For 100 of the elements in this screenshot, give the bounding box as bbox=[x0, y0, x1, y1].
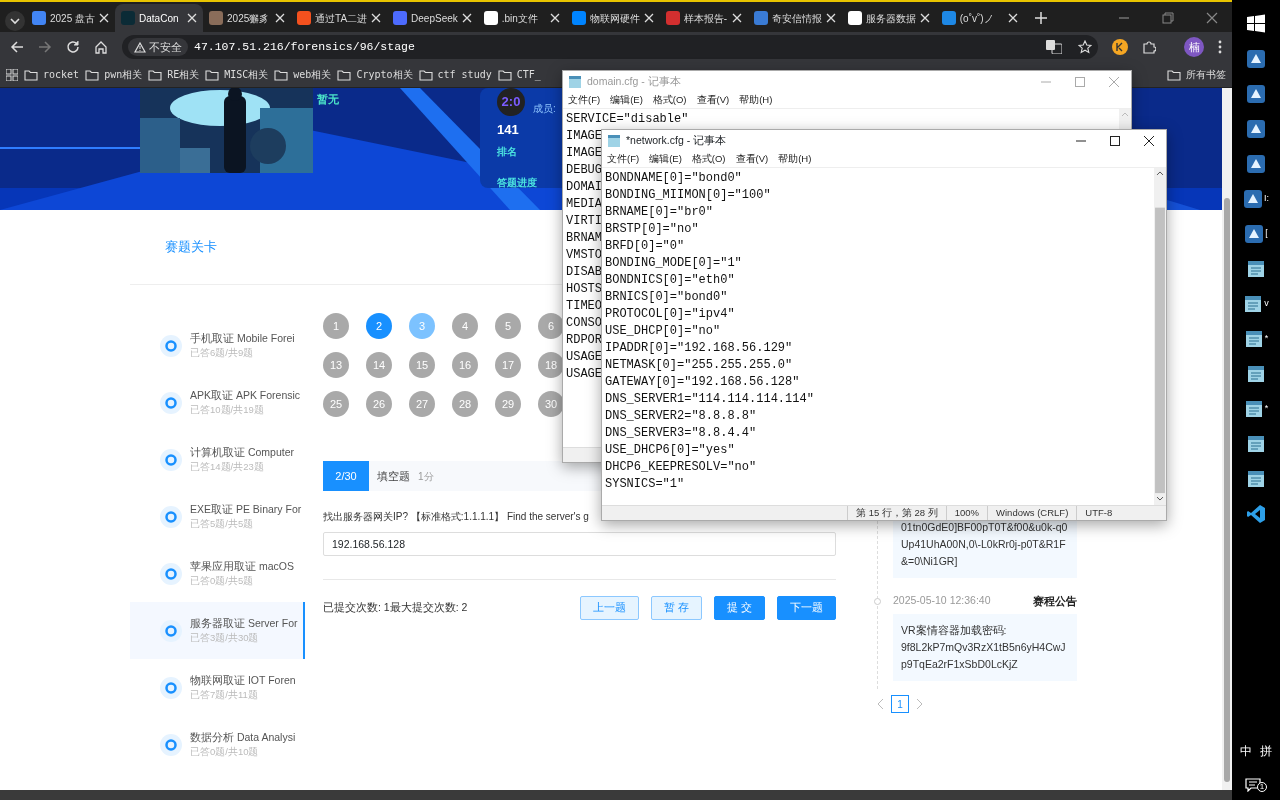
profile-avatar[interactable]: 楠 bbox=[1184, 37, 1204, 57]
security-chip[interactable]: 不安全 bbox=[128, 37, 188, 57]
home-icon[interactable] bbox=[94, 40, 108, 54]
ring-icon bbox=[160, 733, 182, 756]
category-name: 数据分析 Data Analysi bbox=[190, 729, 296, 745]
bookmark[interactable]: CTF_ bbox=[497, 67, 541, 82]
timeline-dot bbox=[874, 597, 881, 605]
bookmark[interactable]: MISC相关 bbox=[205, 67, 269, 82]
back-icon[interactable] bbox=[10, 40, 24, 54]
announcement-text: VR案情容器加载密码: 9f8L2kP7mQv3RzX1tB5n6yH4CwJp9TqEa2rF1xSbD0LcKjZ bbox=[893, 614, 1077, 681]
text-line: HOSTS bbox=[566, 281, 602, 298]
notepad-icon[interactable] bbox=[1246, 433, 1266, 454]
bookmark[interactable]: RE相关 bbox=[148, 67, 200, 82]
notepad-icon[interactable] bbox=[1243, 328, 1264, 349]
text-line: IPADDR[0]="192.168.56.129" bbox=[605, 340, 793, 357]
text-line: DNS_SERVER3="8.8.4.4" bbox=[605, 425, 757, 442]
input-method[interactable]: 拼 bbox=[1260, 742, 1272, 760]
address-bar[interactable]: 不安全 47.107.51.216/forensics/96/stage bbox=[122, 35, 1098, 59]
browser-tab[interactable]: 2025 盘古 bbox=[26, 4, 116, 32]
answer-field[interactable]: 192.168.56.128 bbox=[323, 532, 836, 556]
notepad-icon[interactable] bbox=[1246, 363, 1266, 384]
bookmark[interactable]: rocket bbox=[24, 67, 80, 82]
code-editor-icon[interactable] bbox=[1246, 503, 1266, 524]
translate-icon[interactable] bbox=[1046, 40, 1062, 54]
notepad-icon[interactable] bbox=[1246, 258, 1266, 279]
app-icon[interactable] bbox=[1244, 223, 1265, 244]
ring-icon bbox=[160, 448, 182, 471]
browser-tab[interactable]: 通过TA二进 bbox=[291, 4, 388, 32]
extension-logo-icon[interactable] bbox=[1112, 39, 1128, 55]
page-icon bbox=[32, 11, 46, 25]
puzzle-icon[interactable] bbox=[1142, 40, 1156, 54]
question-points: 1分 bbox=[418, 469, 434, 484]
text-line: DNS_SERVER1="114.114.114.114" bbox=[605, 391, 814, 408]
app-icon[interactable] bbox=[1243, 188, 1263, 209]
folder-icon bbox=[274, 68, 289, 81]
status-text: 第 15 行，第 28 列 bbox=[847, 506, 946, 520]
more-icon[interactable] bbox=[1218, 40, 1222, 54]
reload-icon[interactable] bbox=[66, 40, 80, 54]
bookmark[interactable]: 所有书签 bbox=[1167, 67, 1226, 82]
window-title: domain.cfg - 记事本 bbox=[587, 73, 681, 89]
forward-icon[interactable] bbox=[38, 40, 52, 54]
text-line: USE_DHCP[0]="no" bbox=[605, 323, 721, 340]
windows-icon[interactable] bbox=[1246, 13, 1266, 34]
warning-icon bbox=[134, 41, 146, 53]
window-label: * bbox=[1264, 331, 1269, 345]
category-name: 物联网取证 IOT Foren bbox=[190, 672, 296, 688]
text-line: USAGE bbox=[566, 366, 602, 383]
category-name: 服务器取证 Server For bbox=[190, 615, 298, 631]
star-icon[interactable] bbox=[1078, 40, 1092, 54]
ring-icon bbox=[160, 676, 182, 699]
text-line: USE_DHCP6[0]="yes" bbox=[605, 442, 735, 459]
question-index: 2/30 bbox=[323, 461, 369, 491]
folder-icon bbox=[497, 68, 512, 81]
bookmark[interactable]: pwn相关 bbox=[85, 67, 143, 82]
url-text: 47.107.51.216/forensics/96/stage bbox=[194, 39, 415, 56]
restore-icon[interactable] bbox=[1162, 12, 1174, 24]
text-line: BRNICS[0]="bond0" bbox=[605, 289, 728, 306]
tab-list-icon[interactable] bbox=[4, 10, 26, 32]
notepad-icon[interactable] bbox=[1243, 398, 1264, 419]
browser-tab[interactable]: (o˚v˚)ノ bbox=[935, 4, 1024, 32]
page-icon bbox=[297, 11, 312, 25]
app-icon[interactable] bbox=[1246, 83, 1266, 104]
browser-tab[interactable]: 服务器数据 bbox=[841, 4, 936, 32]
app-icon[interactable] bbox=[1246, 153, 1266, 174]
section-title: 赛题关卡 bbox=[165, 238, 217, 257]
scrollbar[interactable] bbox=[0, 790, 1232, 800]
bookmark[interactable]: ctf study bbox=[418, 67, 492, 82]
notification-count: 1 bbox=[1257, 782, 1267, 792]
page-icon bbox=[847, 11, 862, 25]
category-name: APK取证 APK Forensic bbox=[190, 387, 301, 403]
text-line: BRFD[0]="0" bbox=[605, 238, 685, 255]
notepad-icon[interactable] bbox=[1243, 293, 1264, 314]
browser-tab[interactable]: 样本报告- bbox=[659, 4, 748, 32]
notification-icon[interactable] bbox=[1245, 778, 1261, 792]
folder-icon bbox=[1167, 68, 1181, 81]
browser-tab[interactable]: 物联网硬件 bbox=[565, 4, 660, 32]
browser-tab[interactable]: .bin文件 bbox=[477, 4, 566, 32]
scrollbar[interactable] bbox=[1222, 88, 1232, 790]
text-line: SYSNICS="1" bbox=[605, 476, 685, 493]
text-line: NETMASK[0]="255.255.255.0" bbox=[605, 357, 793, 374]
ring-icon bbox=[160, 505, 182, 528]
apps-icon[interactable] bbox=[6, 68, 18, 81]
browser-tab[interactable]: 2025獬豸 bbox=[203, 4, 292, 32]
page-icon bbox=[209, 11, 224, 25]
text-line: DISAB bbox=[566, 264, 602, 281]
browser-tab[interactable]: DataCon bbox=[115, 4, 204, 32]
ring-icon bbox=[160, 562, 182, 585]
input-method[interactable]: 中 bbox=[1240, 742, 1252, 760]
window-label: * bbox=[1264, 401, 1269, 415]
browser-tab[interactable]: DeepSeek bbox=[387, 4, 478, 32]
bookmark[interactable]: Crypto相关 bbox=[337, 67, 413, 82]
browser-tab[interactable]: 奇安信情报 bbox=[747, 4, 842, 32]
page-icon bbox=[665, 11, 680, 25]
question-type: 填空题 bbox=[377, 468, 410, 484]
app-icon[interactable] bbox=[1246, 48, 1266, 69]
notepad-icon[interactable] bbox=[1246, 468, 1266, 489]
category-name: 计算机取证 Computer bbox=[190, 444, 295, 460]
status-text: UTF-8 bbox=[1076, 506, 1121, 520]
bookmark[interactable]: web相关 bbox=[274, 67, 332, 82]
app-icon[interactable] bbox=[1246, 118, 1266, 139]
